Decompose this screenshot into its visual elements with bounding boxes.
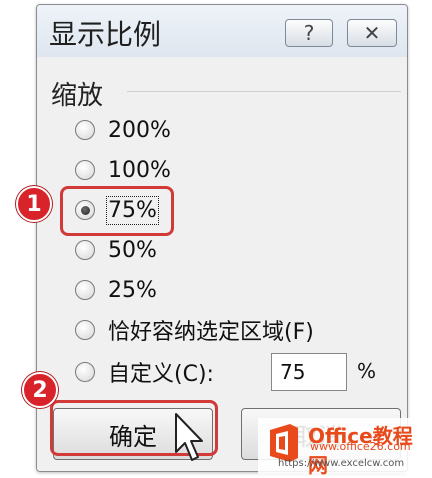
- option-100[interactable]: 100%: [75, 153, 171, 187]
- radio-100[interactable]: [75, 160, 95, 180]
- radio-200[interactable]: [75, 120, 95, 140]
- option-custom-label: 自定义(C):: [108, 362, 214, 387]
- custom-zoom-input[interactable]: 75: [271, 353, 347, 391]
- zoom-dialog: 显示比例 ? ✕ 缩放 200% 100% 75% 50% 25% 恰好容纳选定…: [36, 4, 408, 472]
- option-200[interactable]: 200%: [75, 113, 171, 147]
- option-fit-selection-label: 恰好容纳选定区域(F): [108, 320, 314, 345]
- radio-25[interactable]: [75, 280, 95, 300]
- dialog-title: 显示比例: [49, 18, 162, 51]
- option-75[interactable]: 75%: [75, 193, 159, 227]
- option-50-label: 50%: [108, 237, 157, 263]
- help-button[interactable]: ?: [285, 19, 333, 47]
- option-75-label: 75%: [106, 195, 159, 225]
- option-custom[interactable]: 自定义(C):: [75, 355, 214, 389]
- option-fit-selection[interactable]: 恰好容纳选定区域(F): [75, 313, 314, 347]
- option-25-label: 25%: [108, 277, 157, 303]
- option-25[interactable]: 25%: [75, 273, 157, 307]
- mouse-cursor-icon: [175, 413, 203, 461]
- dialog-body: 缩放 200% 100% 75% 50% 25% 恰好容纳选定区域(F) 自定义…: [37, 57, 407, 471]
- option-200-label: 200%: [108, 117, 171, 143]
- group-divider: [127, 91, 401, 92]
- option-100-label: 100%: [108, 157, 171, 183]
- close-icon: ✕: [363, 21, 381, 45]
- step-2-badge: 2: [22, 372, 58, 408]
- radio-selected-dot: [80, 205, 90, 215]
- title-bar: 显示比例 ? ✕: [37, 5, 407, 57]
- help-icon: ?: [303, 21, 315, 45]
- zoom-group-label: 缩放: [51, 81, 104, 111]
- option-50[interactable]: 50%: [75, 233, 157, 267]
- radio-50[interactable]: [75, 240, 95, 260]
- radio-custom[interactable]: [75, 362, 95, 382]
- watermark-url-2: https://www.excelcw.com: [278, 458, 405, 469]
- custom-zoom-unit: %: [357, 359, 377, 383]
- radio-fit-selection[interactable]: [75, 320, 95, 340]
- watermark-url: www.office26.com: [310, 440, 411, 453]
- watermark: Office教程网 www.office26.com https://www.e…: [258, 418, 426, 477]
- close-button[interactable]: ✕: [347, 19, 397, 47]
- step-1-badge: 1: [16, 186, 52, 222]
- radio-75[interactable]: [75, 200, 95, 220]
